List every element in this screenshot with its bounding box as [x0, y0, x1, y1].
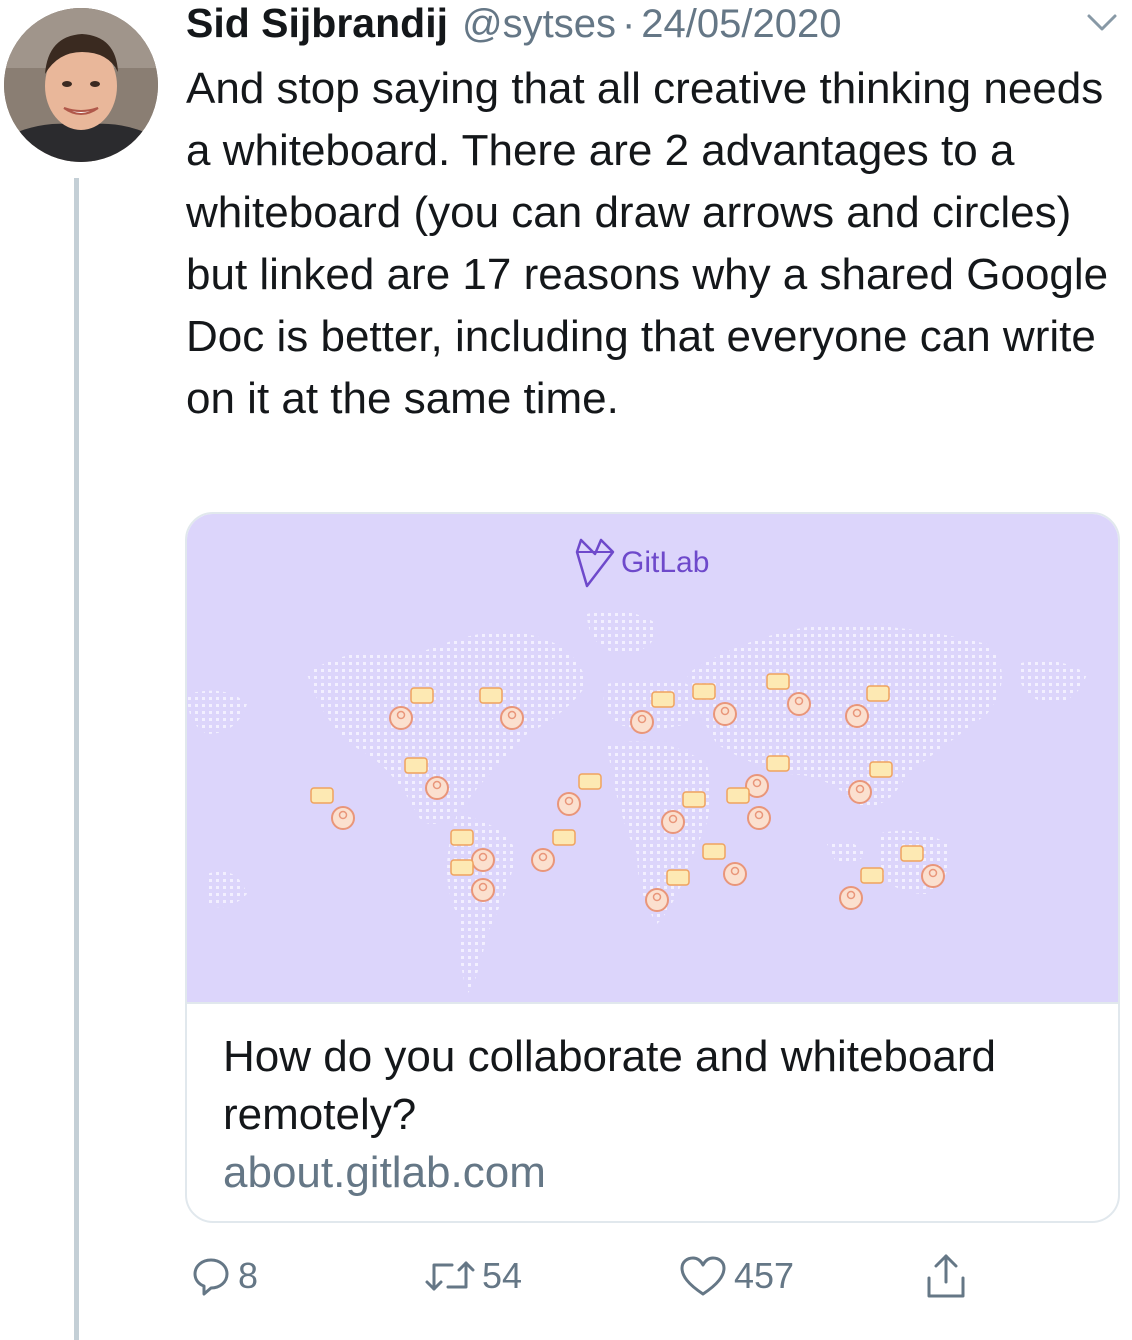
- author-handle[interactable]: @sytses: [462, 2, 616, 47]
- share-button[interactable]: [924, 1246, 968, 1306]
- link-card[interactable]: GitLab How do you collaborate and whiteb…: [185, 512, 1120, 1223]
- collaborator-pin: [531, 829, 576, 872]
- card-title[interactable]: How do you collaborate and whiteboard re…: [223, 1028, 1083, 1144]
- tweet-text: And stop saying that all creative thinki…: [186, 64, 1109, 423]
- heart-icon: [678, 1254, 728, 1298]
- retweet-count: 54: [482, 1255, 523, 1296]
- reply-button[interactable]: 8: [190, 1246, 258, 1306]
- share-icon: [924, 1252, 968, 1300]
- card-image: GitLab: [187, 514, 1118, 1004]
- tweet-header: Sid Sijbrandij @sytses · 24/05/2020: [186, 0, 841, 50]
- collaborator-pin: [702, 843, 747, 886]
- card-domain: about.gitlab.com: [223, 1148, 546, 1197]
- retweet-icon: [424, 1255, 476, 1297]
- tweet-date[interactable]: 24/05/2020: [641, 2, 841, 47]
- gitlab-wordmark: GitLab: [621, 546, 709, 579]
- separator-dot: ·: [621, 2, 636, 46]
- gitlab-logo: GitLab: [575, 538, 709, 588]
- reply-count: 8: [238, 1255, 259, 1296]
- comment-icon: [190, 1255, 232, 1297]
- thread-line: [74, 178, 79, 1340]
- collaborator-pin: [310, 787, 355, 830]
- collaborator-pin: [557, 773, 602, 816]
- retweet-button[interactable]: 54: [424, 1246, 522, 1306]
- like-count: 457: [734, 1255, 795, 1296]
- author-name[interactable]: Sid Sijbrandij: [186, 0, 448, 47]
- like-button[interactable]: 457: [678, 1246, 794, 1306]
- chevron-down-icon[interactable]: [1086, 12, 1118, 34]
- tweet-actions: 8 54 457: [186, 1246, 986, 1306]
- collaborator-pin: [839, 867, 884, 910]
- author-avatar[interactable]: [4, 8, 158, 162]
